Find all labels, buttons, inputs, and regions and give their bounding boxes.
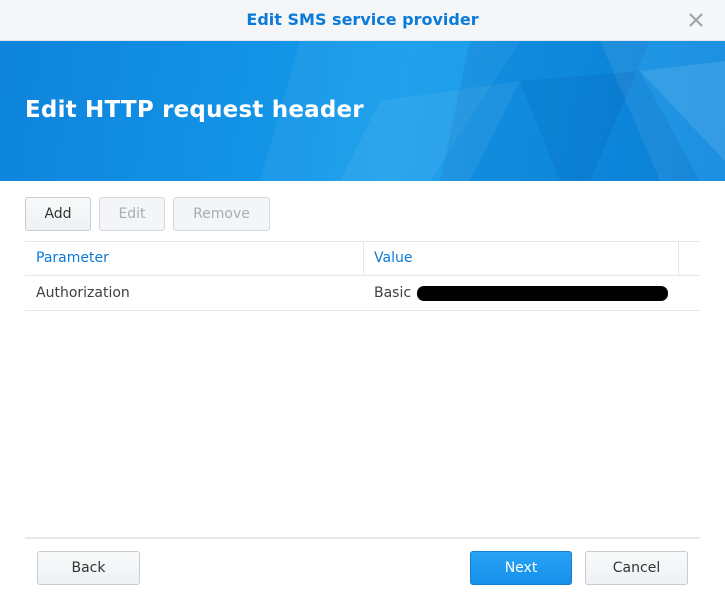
next-button[interactable]: Next <box>470 551 572 585</box>
cell-parameter: Authorization <box>36 285 130 301</box>
close-icon[interactable] <box>685 9 707 31</box>
column-header-parameter[interactable]: Parameter <box>36 242 109 275</box>
edit-button[interactable]: Edit <box>99 197 165 231</box>
add-button[interactable]: Add <box>25 197 91 231</box>
dialog-titlebar: Edit SMS service provider <box>0 0 725 41</box>
page-heading: Edit HTTP request header <box>25 97 364 123</box>
wizard-banner: Edit HTTP request header <box>0 41 725 181</box>
back-button[interactable]: Back <box>37 551 140 585</box>
table-header: Parameter Value <box>25 241 700 276</box>
column-divider <box>363 242 364 275</box>
dialog-title: Edit SMS service provider <box>246 10 479 29</box>
cell-value: Basic <box>374 285 412 301</box>
remove-button[interactable]: Remove <box>173 197 270 231</box>
cancel-button[interactable]: Cancel <box>585 551 688 585</box>
footer-divider <box>25 537 700 539</box>
column-header-value[interactable]: Value <box>374 242 412 275</box>
redacted-value <box>417 286 668 301</box>
column-divider <box>678 242 679 275</box>
